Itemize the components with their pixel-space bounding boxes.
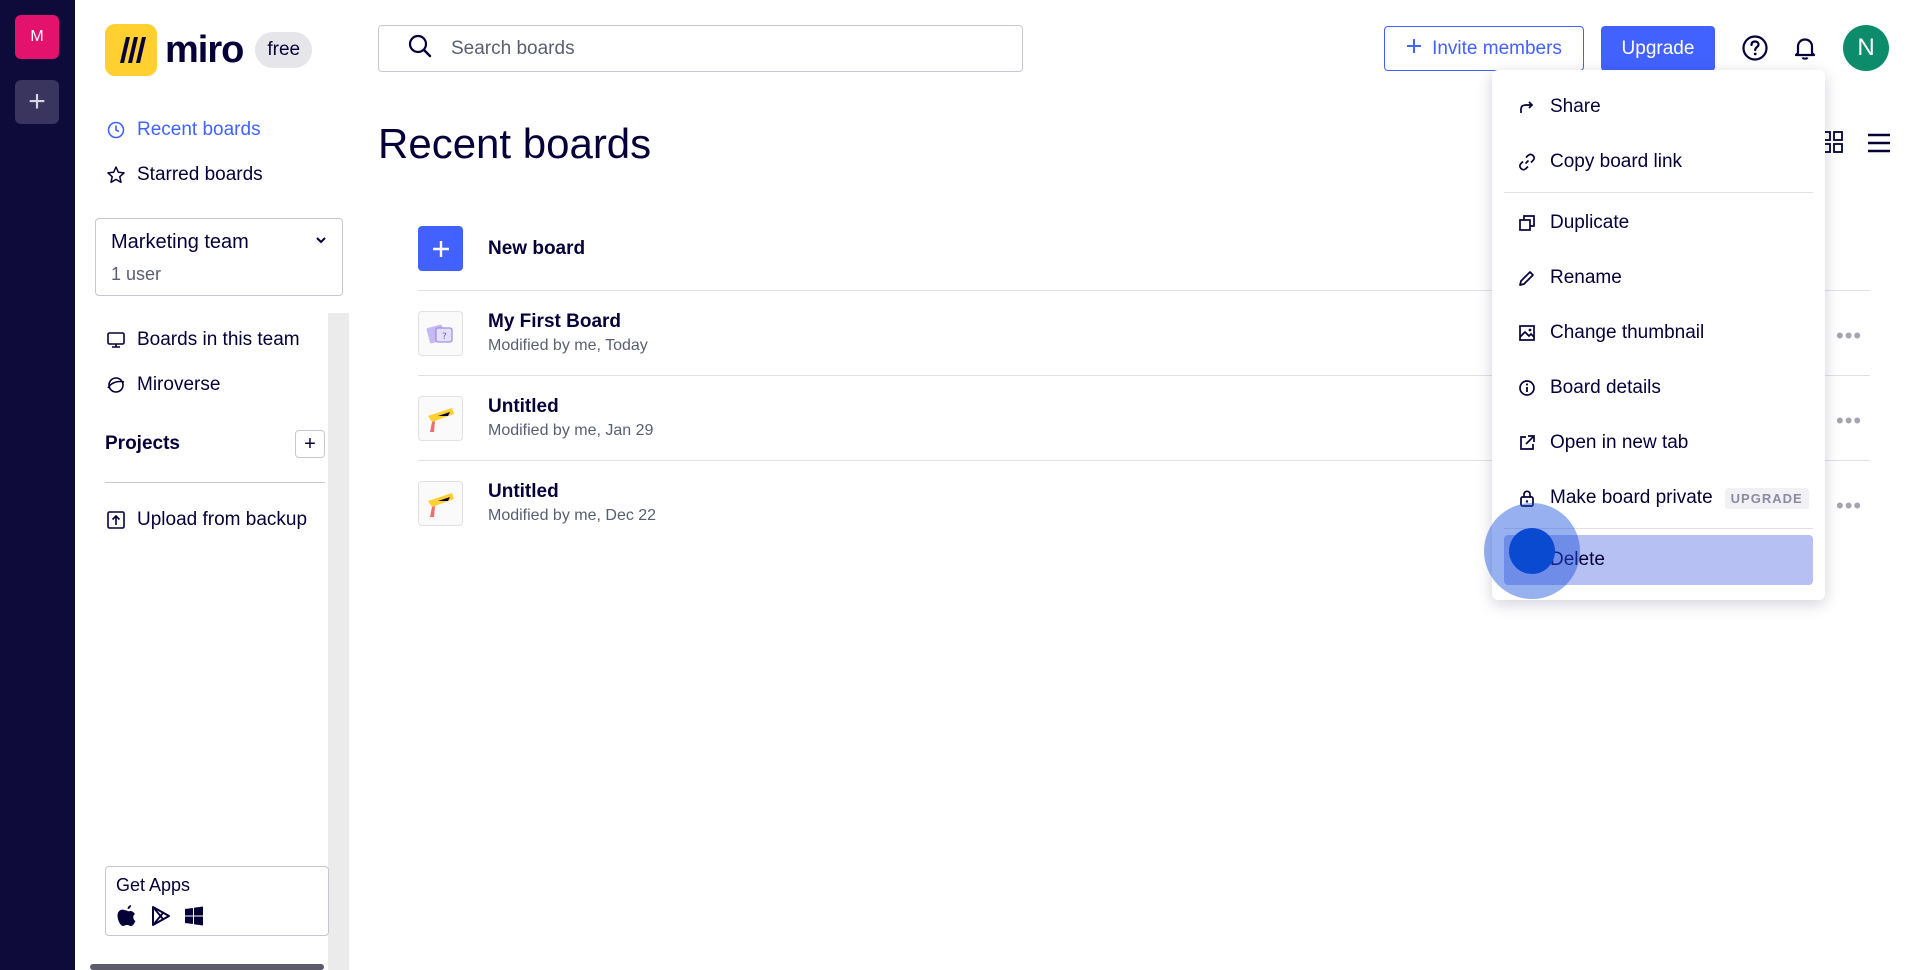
menu-item-label: Make board private [1550,487,1713,508]
menu-item-rename[interactable]: Rename [1504,253,1813,303]
board-name: Untitled [488,481,559,502]
more-options-icon[interactable]: ••• [1836,408,1862,434]
board-name: My First Board [488,311,622,332]
sidebar-item-label: Upload from backup [137,509,308,530]
sidebar-item-starred-boards[interactable]: Starred boards [105,164,263,186]
menu-item-open-in-new-tab[interactable]: Open in new tab [1504,418,1813,468]
board-modified: Modified by me, Dec 22 [488,507,657,524]
invite-members-label: Invite members [1432,37,1562,59]
svg-text:?: ? [442,332,447,342]
get-apps-label: Get Apps [116,875,191,895]
page-title: Recent boards [378,120,652,167]
boards-icon [105,329,127,351]
list-view-icon[interactable] [1866,130,1892,156]
menu-item-label: Change thumbnail [1550,322,1705,343]
board-thumbnail [418,396,463,441]
sidebar-item-recent-boards[interactable]: Recent boards [105,119,261,141]
menu-item-change-thumbnail[interactable]: Change thumbnail [1504,308,1813,358]
clock-icon [105,119,127,141]
menu-item-share[interactable]: Share [1504,82,1813,132]
avatar[interactable]: N [1843,25,1889,71]
miroverse-icon [105,374,127,396]
sidebar-horizontal-scrollbar[interactable] [90,964,324,970]
menu-item-label: Open in new tab [1550,432,1689,453]
search-bar[interactable] [378,25,1023,72]
board-modified: Modified by me, Jan 29 [488,422,654,439]
upgrade-tag: UPGRADE [1724,487,1809,509]
windows-icon[interactable] [184,906,204,931]
sidebar: miro free Recent boards Starred boards M… [75,0,349,970]
share-icon [1518,98,1536,116]
bell-icon[interactable] [1791,34,1819,62]
trash-icon [1518,551,1536,569]
upload-from-backup[interactable]: Upload from backup [105,509,307,531]
google-play-icon[interactable] [150,905,172,932]
team-user-count: 1 user [111,264,162,284]
more-options-icon[interactable]: ••• [1836,323,1862,349]
link-icon [1518,153,1536,171]
projects-header: Projects + [105,430,325,458]
info-icon [1518,379,1536,397]
sidebar-item-label: Boards in this team [137,329,300,350]
board-context-menu: Share Copy board link Duplicate Rename C… [1492,70,1825,600]
sidebar-item-miroverse[interactable]: Miroverse [105,374,220,396]
projects-label: Projects [105,433,180,454]
menu-divider [1504,528,1813,529]
team-name: Marketing team [111,231,249,253]
apple-icon[interactable] [116,904,138,933]
add-org-button[interactable]: + [15,80,59,124]
menu-item-duplicate[interactable]: Duplicate [1504,198,1813,248]
lock-icon [1518,489,1536,507]
pencil-icon [1518,269,1536,287]
sidebar-item-label: Recent boards [137,119,261,140]
star-icon [105,164,127,186]
org-rail: M + [0,0,75,970]
search-icon [407,33,433,64]
duplicate-icon [1518,214,1536,232]
board-thumbnail [418,481,463,526]
menu-item-make-board-private[interactable]: Make board private UPGRADE [1504,473,1813,523]
menu-item-label: Share [1550,96,1601,117]
sidebar-scrollbar[interactable] [328,313,349,970]
chevron-down-icon [314,233,328,252]
add-project-button[interactable]: + [295,430,325,458]
miro-logo-icon [105,24,157,76]
board-thumbnail: ? [418,311,463,356]
logo-wordmark: miro [165,28,244,71]
more-options-icon[interactable]: ••• [1836,493,1862,519]
invite-members-button[interactable]: Invite members [1384,26,1584,71]
menu-item-label: Rename [1550,267,1622,288]
plan-badge: free [255,32,313,68]
upload-icon [105,509,127,531]
plus-icon [418,226,463,271]
search-input[interactable] [451,37,991,60]
plus-icon [1406,38,1422,60]
menu-item-label: Copy board link [1550,151,1683,172]
sidebar-divider [105,482,325,483]
board-name: Untitled [488,396,559,417]
sidebar-item-boards-in-team[interactable]: Boards in this team [105,329,300,351]
sidebar-item-label: Starred boards [137,164,263,185]
menu-item-label: Delete [1550,549,1605,570]
get-apps-panel: Get Apps [105,866,329,936]
help-icon[interactable] [1741,34,1769,62]
image-icon [1518,324,1536,342]
menu-divider [1504,192,1813,193]
team-selector[interactable]: Marketing team 1 user [95,218,343,296]
menu-item-label: Duplicate [1550,212,1630,233]
menu-item-copy-board-link[interactable]: Copy board link [1504,137,1813,187]
upgrade-button[interactable]: Upgrade [1601,26,1715,71]
menu-item-delete[interactable]: Delete [1504,535,1813,585]
sidebar-item-label: Miroverse [137,374,221,395]
org-badge[interactable]: M [15,15,59,59]
new-board-label: New board [488,237,586,259]
board-modified: Modified by me, Today [488,337,648,354]
external-link-icon [1518,434,1536,452]
menu-item-label: Board details [1550,377,1661,398]
miro-logo[interactable]: miro free [105,24,313,76]
menu-item-board-details[interactable]: Board details [1504,363,1813,413]
new-board-button[interactable]: New board [418,226,585,271]
